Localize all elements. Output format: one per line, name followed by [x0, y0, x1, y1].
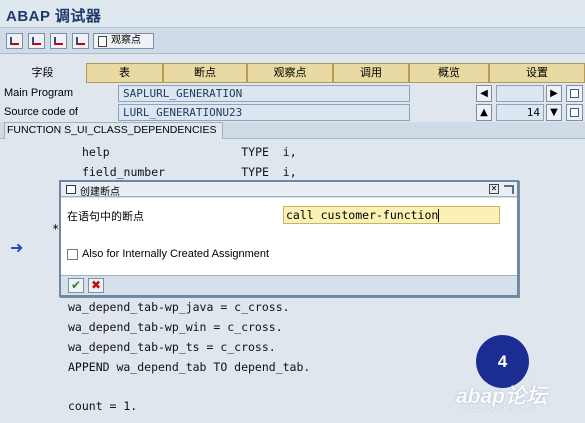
- tab-settings[interactable]: 设置: [489, 63, 585, 83]
- debugger-tabs: 字段 表 断点 观察点 调用 概览 设置: [0, 63, 585, 83]
- internal-assignment-label: Also for Internally Created Assignment: [82, 248, 270, 260]
- tab-calls[interactable]: 调用: [333, 63, 409, 83]
- confirm-check-icon[interactable]: ✔: [68, 278, 84, 293]
- dialog-title: 创建断点: [80, 187, 120, 198]
- scroll-up-icon[interactable]: ▲: [476, 104, 492, 121]
- main-program-row: Main Program SAPLURL_GENERATION ◀ ▶: [0, 84, 585, 103]
- main-program-field[interactable]: SAPLURL_GENERATION: [118, 85, 410, 102]
- tab-table[interactable]: 表: [86, 63, 163, 83]
- code-line: wa_depend_tab-wp_win = c_cross.: [68, 320, 283, 334]
- breakpoint-subroutine-icon[interactable]: [28, 33, 45, 49]
- title-bar: ABAP 调试器: [0, 0, 585, 28]
- close-icon[interactable]: ✕: [489, 184, 499, 194]
- code-line: wa_depend_tab-wp_java = c_cross.: [68, 300, 290, 314]
- source-code-row: Source code of LURL_GENERATIONU23 ▲ 14 ▼: [0, 103, 585, 122]
- dialog-window-icon: [66, 185, 76, 194]
- statement-value: call customer-function: [286, 208, 439, 222]
- source-line-field[interactable]: 14: [496, 104, 544, 121]
- text-caret: [438, 209, 440, 222]
- cancel-x-icon[interactable]: ✖: [88, 278, 104, 293]
- internal-assignment-checkbox[interactable]: [67, 249, 78, 260]
- source-code-field[interactable]: LURL_GENERATIONU23: [118, 104, 410, 121]
- code-line: field_number TYPE i,: [82, 165, 297, 179]
- main-program-label: Main Program: [4, 87, 74, 99]
- tab-breakpoints[interactable]: 断点: [163, 63, 247, 83]
- document-icon: [98, 36, 107, 47]
- breakpoint-function-icon[interactable]: [50, 33, 67, 49]
- scroll-left-icon[interactable]: ◀: [476, 85, 492, 102]
- source-code-label: Source code of: [4, 106, 78, 118]
- code-line: help TYPE i,: [82, 145, 297, 159]
- display-source-icon[interactable]: [566, 104, 583, 121]
- field-tab-label[interactable]: 字段: [0, 63, 85, 83]
- scroll-down-icon[interactable]: ▼: [546, 104, 562, 121]
- breakpoint-method-icon[interactable]: [72, 33, 89, 49]
- tab-watchpoints[interactable]: 观察点: [247, 63, 333, 83]
- dialog-body: 在语句中的断点 call customer-function Also for …: [61, 198, 517, 276]
- create-breakpoint-dialog: 创建断点 ✕ 在语句中的断点 call customer-function Al…: [59, 180, 519, 297]
- toolbar: 观察点: [0, 28, 585, 54]
- code-line: APPEND wa_depend_tab TO depend_tab.: [68, 360, 311, 374]
- tab-overview[interactable]: 概览: [409, 63, 489, 83]
- function-title: FUNCTION S_UI_CLASS_DEPENDENCIES: [4, 122, 224, 139]
- statement-input[interactable]: call customer-function: [283, 206, 500, 224]
- resize-corner-icon[interactable]: [504, 185, 514, 194]
- source-section-header: FUNCTION S_UI_CLASS_DEPENDENCIES: [0, 122, 585, 139]
- statement-label: 在语句中的断点: [67, 210, 144, 223]
- watchpoint-button[interactable]: 观察点: [93, 33, 154, 49]
- watermark-url: www.sapabap.cn: [461, 403, 537, 413]
- code-line: count = 1.: [68, 399, 138, 413]
- scroll-right-icon[interactable]: ▶: [546, 85, 562, 102]
- main-program-extra-field[interactable]: [496, 85, 544, 102]
- code-line: wa_depend_tab-wp_ts = c_cross.: [68, 340, 276, 354]
- watchpoint-button-label: 观察点: [111, 35, 141, 46]
- dialog-header: 创建断点 ✕: [61, 182, 517, 198]
- current-line-arrow-icon: ➜: [10, 238, 24, 257]
- window-title: ABAP 调试器: [6, 8, 102, 25]
- dialog-footer: ✔ ✖: [61, 277, 517, 295]
- display-program-icon[interactable]: [566, 85, 583, 102]
- breakpoint-statement-icon[interactable]: [6, 33, 23, 49]
